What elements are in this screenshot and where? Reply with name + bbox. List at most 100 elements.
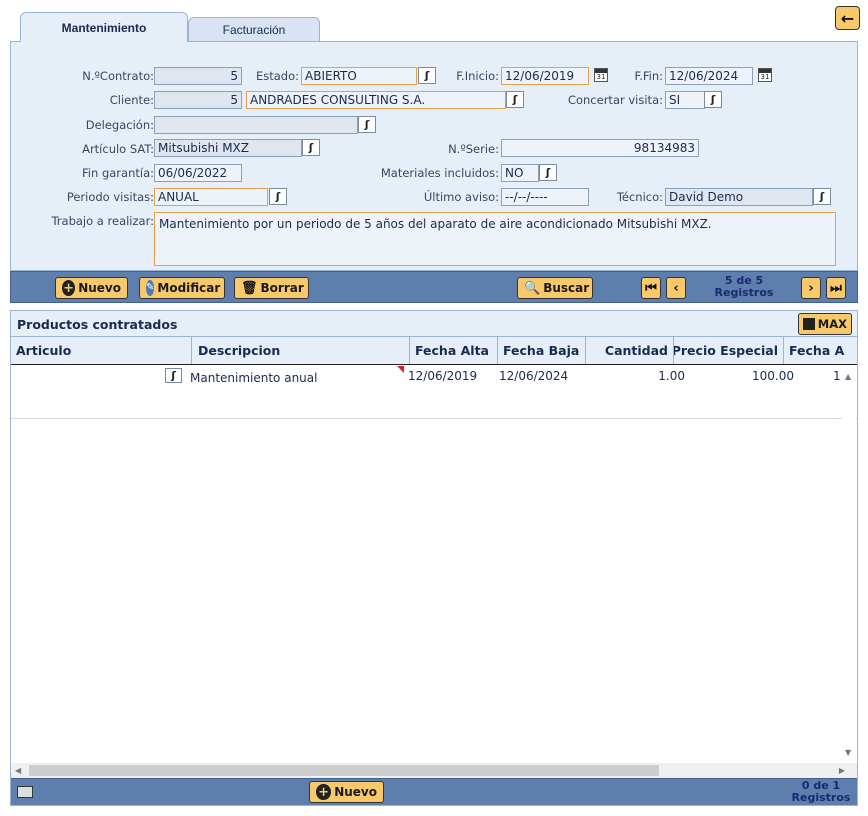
contract-form: N.ºContrato: 5 Estado: ABIERTO ʃ F.Inici… — [10, 41, 858, 271]
materiales-lookup-icon[interactable]: ʃ — [539, 164, 557, 181]
concertar-label: Concertar visita: — [567, 93, 663, 107]
tab-facturacion[interactable]: Facturación — [188, 17, 320, 42]
scroll-down-icon[interactable]: ▼ — [845, 748, 851, 757]
horizontal-scrollbar[interactable]: ◀ ▶ — [11, 763, 857, 778]
buscar-label: Buscar — [543, 281, 590, 295]
finicio-label: F.Inicio: — [456, 69, 499, 83]
main-toolbar: + Nuevo ✎ Modificar 🗑 Borrar 🔍 Buscar ⏮ ‹ 5 … — [10, 271, 858, 303]
edit-icon: ✎ — [146, 280, 155, 296]
plus-icon: + — [62, 280, 76, 296]
scroll-right-icon[interactable]: ▶ — [839, 766, 845, 775]
col-cantidad[interactable]: Cantidad — [586, 337, 674, 364]
periodo-label: Periodo visitas: — [66, 190, 154, 204]
nuevo-label: Nuevo — [78, 281, 121, 295]
cell-descripcion: Mantenimiento anual — [190, 371, 318, 385]
articulo-label: Artículo SAT: — [82, 142, 154, 156]
col-fecha-baja[interactable]: Fecha Baja — [498, 337, 586, 364]
productos-title: Productos contratados — [17, 317, 178, 332]
periodo-lookup-icon[interactable]: ʃ — [269, 188, 287, 205]
cell-fecha-baja: 12/06/2024 — [499, 369, 569, 383]
scroll-thumb[interactable] — [29, 765, 659, 776]
tecnico-lookup-icon[interactable]: ʃ — [813, 188, 831, 205]
productos-nuevo-button[interactable]: + Nuevo — [309, 781, 384, 803]
trabajo-label: Trabajo a realizar: — [51, 214, 154, 228]
trash-icon: 🗑 — [241, 280, 258, 296]
ffin-label: F.Fin: — [634, 69, 663, 83]
contrato-label: N.ºContrato: — [82, 69, 154, 83]
cliente-name-field[interactable]: ANDRADES CONSULTING S.A. — [246, 91, 506, 109]
delegacion-field[interactable] — [154, 116, 358, 134]
estado-field[interactable]: ABIERTO — [301, 67, 417, 85]
max-button[interactable]: MAX — [797, 313, 852, 335]
tecnico-field[interactable]: David Demo — [665, 188, 813, 206]
aviso-field[interactable]: --/--/---- — [501, 188, 589, 206]
modificar-button[interactable]: ✎ Modificar — [139, 277, 225, 299]
finicio-calendar-icon[interactable]: 31 — [594, 68, 608, 82]
cell-fecha-alta: 12/06/2019 — [408, 369, 478, 383]
record-counter: 5 de 5 Registros — [699, 275, 789, 299]
productos-header: Productos contratados MAX — [11, 311, 857, 337]
concertar-lookup-icon[interactable]: ʃ — [704, 91, 722, 108]
articulo-field[interactable]: Mitsubishi MXZ — [154, 139, 302, 157]
first-icon: ⏮ — [645, 280, 657, 296]
prev-record-button[interactable]: ‹ — [666, 277, 686, 299]
tab-mantenimiento[interactable]: Mantenimiento — [20, 12, 188, 42]
concertar-field[interactable]: SI — [665, 91, 705, 109]
keyboard-icon[interactable] — [17, 786, 33, 798]
estado-lookup-icon[interactable]: ʃ — [418, 67, 436, 84]
ffin-calendar-icon[interactable]: 31 — [758, 68, 772, 82]
productos-panel: Productos contratados MAX Articulo Descr… — [10, 310, 858, 806]
max-label: MAX — [817, 317, 847, 331]
last-record-button[interactable]: ⏭ — [826, 277, 846, 299]
productos-footer: + Nuevo 0 de 1 Registros — [11, 778, 857, 805]
borrar-label: Borrar — [260, 281, 304, 295]
contrato-field[interactable]: 5 — [154, 67, 242, 85]
maximize-icon — [802, 318, 815, 330]
cell-cantidad: 1.00 — [658, 369, 685, 383]
cliente-lookup-icon[interactable]: ʃ — [506, 91, 524, 108]
col-descripcion[interactable]: Descripcion — [192, 337, 410, 364]
modificar-label: Modificar — [157, 281, 221, 295]
serie-field[interactable]: 98134983 — [501, 139, 699, 157]
productos-record-counter: 0 de 1 Registros — [781, 780, 861, 804]
table-header: Articulo Descripcion Fecha Alta Fecha Ba… — [11, 337, 857, 365]
col-fecha-a[interactable]: Fecha A — [784, 337, 857, 364]
productos-nuevo-label: Nuevo — [334, 785, 377, 799]
cliente-label: Cliente: — [109, 93, 154, 107]
materiales-field[interactable]: NO — [501, 164, 539, 182]
garantia-label: Fin garantía: — [82, 166, 154, 180]
nuevo-button[interactable]: + Nuevo — [55, 277, 128, 299]
next-record-button[interactable]: › — [801, 277, 821, 299]
col-fecha-alta[interactable]: Fecha Alta — [410, 337, 498, 364]
materiales-label: Materiales incluidos: — [380, 166, 499, 180]
chevron-left-icon: ‹ — [673, 280, 679, 296]
periodo-field[interactable]: ANUAL — [154, 188, 268, 206]
buscar-button[interactable]: 🔍 Buscar — [517, 277, 593, 299]
aviso-label: Último aviso: — [423, 190, 499, 204]
last-icon: ⏭ — [830, 280, 842, 296]
serie-label: N.ºSerie: — [448, 142, 499, 156]
cliente-id-field[interactable]: 5 — [154, 91, 242, 109]
record-label: Registros — [714, 286, 774, 299]
ffin-field[interactable]: 12/06/2024 — [665, 67, 753, 85]
plus-icon: + — [316, 784, 332, 800]
col-precio[interactable]: Precio Especial — [674, 337, 784, 364]
trabajo-textarea[interactable]: Mantenimiento por un periodo de 5 años d… — [154, 212, 836, 266]
delegacion-label: Delegación: — [85, 118, 154, 132]
finicio-field[interactable]: 12/06/2019 — [501, 67, 589, 85]
first-record-button[interactable]: ⏮ — [641, 277, 661, 299]
search-icon: 🔍 — [524, 280, 541, 296]
note-marker — [397, 366, 404, 373]
row-lookup-icon[interactable]: ʃ — [165, 368, 182, 383]
articulo-lookup-icon[interactable]: ʃ — [302, 139, 320, 156]
table-row[interactable]: ʃ Mantenimiento anual 12/06/2019 12/06/2… — [11, 366, 857, 419]
scroll-left-icon[interactable]: ◀ — [15, 766, 21, 775]
delegacion-lookup-icon[interactable]: ʃ — [358, 116, 376, 133]
garantia-field[interactable]: 06/06/2022 — [154, 164, 242, 182]
col-articulo[interactable]: Articulo — [11, 337, 192, 364]
vertical-scrollbar[interactable]: ▲ ▼ — [842, 367, 856, 759]
borrar-button[interactable]: 🗑 Borrar — [234, 277, 309, 299]
back-button[interactable]: ← — [835, 6, 860, 30]
cell-precio: 100.00 — [752, 369, 794, 383]
scroll-up-icon[interactable]: ▲ — [845, 372, 851, 381]
